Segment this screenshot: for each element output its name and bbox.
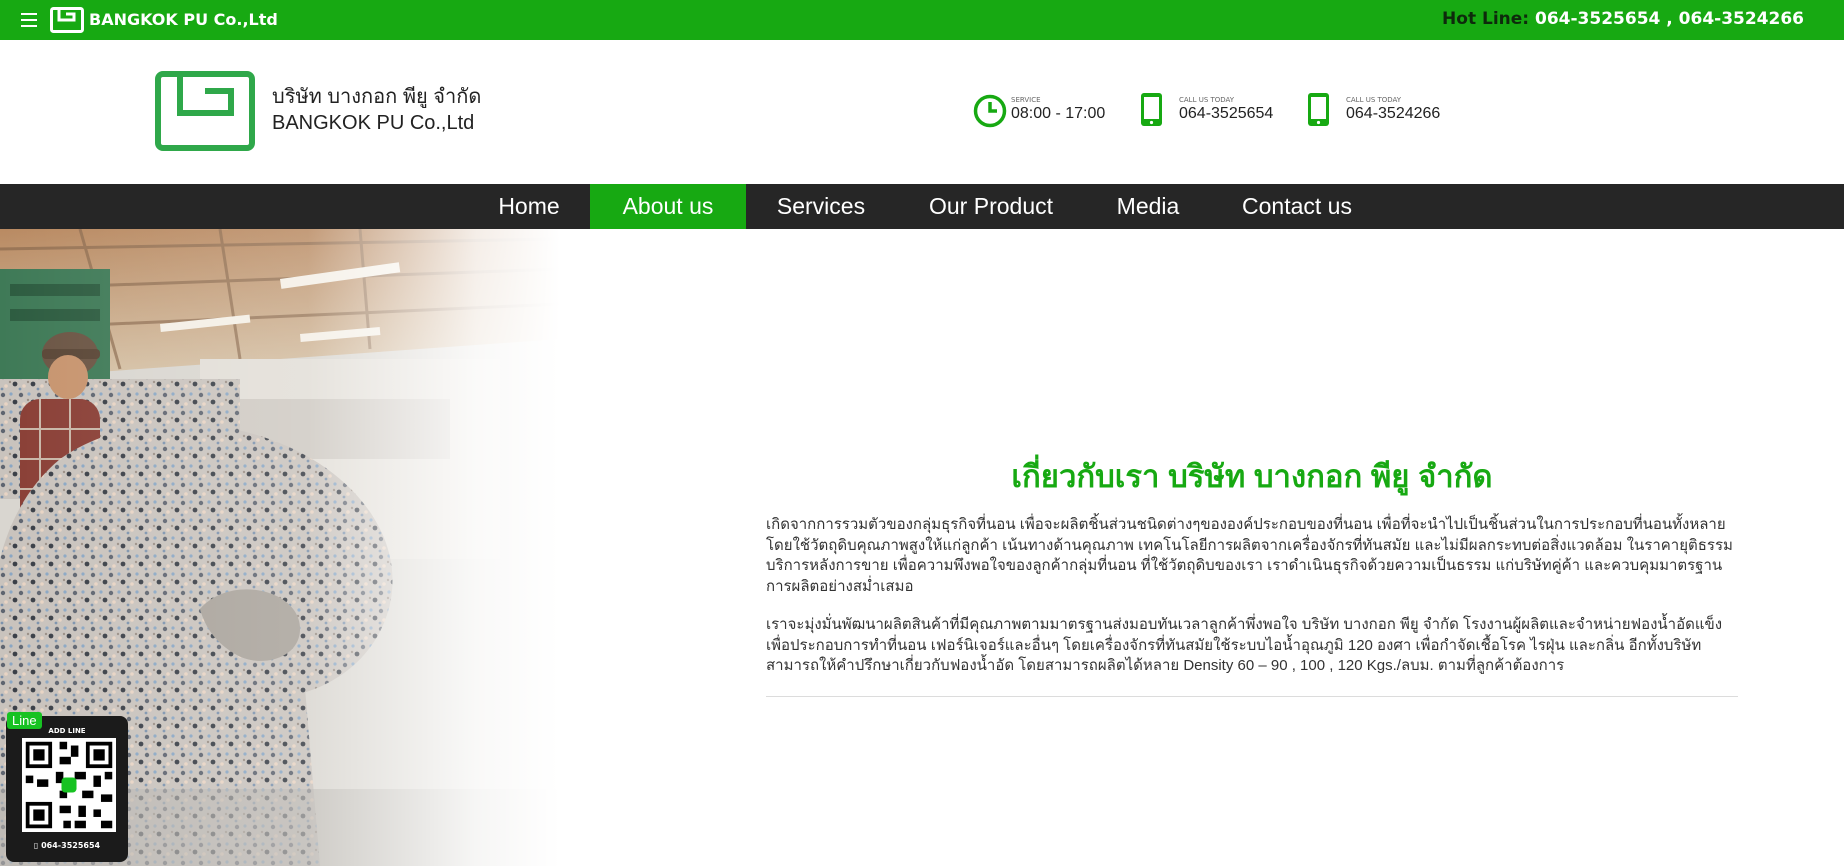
phone-icon xyxy=(1141,93,1162,126)
main-nav: Home About us Services Our Product Media… xyxy=(0,184,1844,229)
nav-item-media[interactable]: Media xyxy=(1101,184,1195,229)
nav-item-home[interactable]: Home xyxy=(482,184,576,229)
qr-code-icon[interactable] xyxy=(22,738,116,832)
about-paragraph-2: เราจะมุ่งมั่นพัฒนาผลิตสินค้าที่มีคุณภาพต… xyxy=(766,616,1723,674)
clock-icon xyxy=(973,94,1007,128)
about-heading: เกี่ยวกับเรา บริษัท บางกอก พียู จำกัด xyxy=(1011,459,1493,494)
phone-small-icon: ▯ xyxy=(33,841,39,850)
hotline: Hot Line: 064-3525654 , 064-3524266 xyxy=(1442,9,1804,29)
service-value: 08:00 - 17:00 xyxy=(1011,105,1106,122)
site-header: บริษัท บางกอก พียู จำกัด BANGKOK PU Co.,… xyxy=(0,40,1844,184)
nav-item-about-us[interactable]: About us xyxy=(590,184,746,229)
brand-logo-icon[interactable] xyxy=(50,7,84,33)
nav-item-services[interactable]: Services xyxy=(759,184,883,229)
phone-icon xyxy=(1308,93,1329,126)
content-divider xyxy=(766,696,1738,697)
line-phone: ▯ 064-3525654 xyxy=(6,841,128,850)
about-content: เกี่ยวกับเรา บริษัท บางกอก พียู จำกัด เก… xyxy=(766,229,1738,866)
call-label-2: CALL US TODAY xyxy=(1346,96,1402,104)
company-name-thai: บริษัท บางกอก พียู จำกัด xyxy=(272,86,482,108)
top-bar: BANGKOK PU Co.,Ltd Hot Line: 064-3525654… xyxy=(0,0,1844,40)
about-paragraph-1: เกิดจากการรวมตัวของกลุ่มธุรกิจที่นอน เพื… xyxy=(766,516,1733,595)
brand-name[interactable]: BANGKOK PU Co.,Ltd xyxy=(89,10,278,29)
call-label-1: CALL US TODAY xyxy=(1179,96,1235,104)
nav-item-contact-us[interactable]: Contact us xyxy=(1226,184,1368,229)
hotline-label: Hot Line: xyxy=(1442,9,1530,29)
company-name-english: BANGKOK PU Co.,Ltd xyxy=(272,112,475,134)
add-line-label: ADD LINE xyxy=(48,727,86,735)
nav-item-our-product[interactable]: Our Product xyxy=(910,184,1072,229)
hotline-number-1[interactable]: 064-3525654 xyxy=(1535,9,1660,29)
hotline-number-2[interactable]: 064-3524266 xyxy=(1679,9,1804,29)
service-label: SERVICE xyxy=(1011,96,1041,104)
hotline-separator: , xyxy=(1660,9,1679,29)
line-phone-number[interactable]: 064-3525654 xyxy=(41,841,100,850)
call-number-1[interactable]: 064-3525654 xyxy=(1179,105,1273,123)
call-number-2[interactable]: 064-3524266 xyxy=(1346,105,1440,123)
company-logo[interactable] xyxy=(155,71,255,151)
line-qr-widget[interactable]: Line ADD LINE ▯ 064-3525654 xyxy=(6,712,128,862)
hamburger-menu-icon[interactable] xyxy=(21,13,37,27)
